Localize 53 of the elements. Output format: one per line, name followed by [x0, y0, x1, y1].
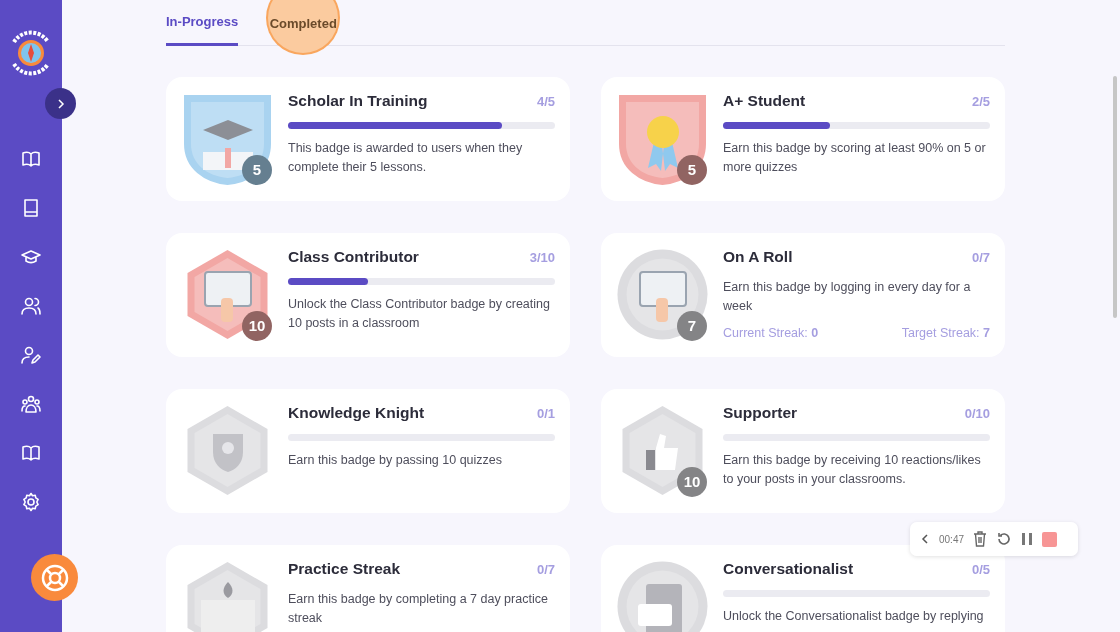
target-streak: Target Streak: 7 — [901, 324, 990, 342]
badge-number: 10 — [242, 311, 272, 341]
badge-description: Earn this badge by completing a 7 day practice streak — [288, 590, 549, 627]
badge-description: Earn this badge by logging in every day for a week — [723, 278, 972, 315]
badge-title: On A Roll — [723, 248, 793, 268]
badge-description: Earn this badge by receiving 10 reactions/likes to your posts in your classrooms. — [723, 451, 982, 488]
tab[interactable]: Completed — [268, 0, 339, 53]
badge-description: Earn this badge by passing 10 quizzes — [288, 451, 504, 469]
restart-button[interactable] — [996, 531, 1013, 547]
badge-title: A+ Student — [723, 92, 806, 112]
help-button[interactable] — [31, 554, 78, 601]
badge-description: Unlock the Class Contributor badge by creating 10 posts in a classroom — [288, 295, 551, 332]
progress-count: 0/7 — [971, 249, 990, 267]
tab[interactable]: In-Progress — [166, 0, 239, 46]
badge-title: Scholar In Training — [288, 92, 428, 112]
chevron-right-icon — [55, 98, 66, 109]
badge-title: Practice Streak — [288, 560, 401, 580]
progress-count: 0/7 — [536, 561, 555, 579]
badge-title: Knowledge Knight — [288, 404, 425, 424]
badge-description: This badge is awarded to users when they complete their 5 lessons. — [288, 139, 524, 176]
settings-icon — [21, 491, 41, 512]
group-icon — [21, 393, 41, 414]
badge-title: Class Contributor — [288, 248, 419, 268]
restart-icon — [996, 531, 1013, 547]
progress-count: 3/10 — [529, 249, 555, 267]
recording-time: 00:47 — [939, 532, 965, 547]
badge-number: 10 — [677, 467, 707, 497]
chevron-left-icon — [920, 533, 930, 545]
progress-count: 0/1 — [536, 405, 555, 423]
notebook-icon — [21, 197, 41, 218]
progress-count: 2/5 — [971, 93, 990, 111]
delete-button[interactable] — [973, 531, 988, 547]
progress-count: 0/10 — [964, 405, 990, 423]
pause-icon — [1021, 532, 1034, 546]
badge-title: Supporter — [723, 404, 798, 424]
user-edit-icon — [21, 344, 41, 365]
badge-number: 5 — [242, 155, 272, 185]
lifebuoy-icon — [39, 562, 70, 593]
badge-title: Conversationalist — [723, 560, 854, 580]
badge-description: Earn this badge by scoring at least 90% on 5 or more quizzes — [723, 139, 987, 176]
badge-description: Unlock the Conversationalist badge by replying — [723, 607, 985, 625]
progress-count: 4/5 — [536, 93, 555, 111]
badge-number: 5 — [677, 155, 707, 185]
users-icon — [21, 295, 41, 316]
stop-icon — [1042, 531, 1058, 547]
trash-icon — [973, 531, 988, 547]
badge-number: 7 — [677, 311, 707, 341]
progress-count: 0/5 — [971, 561, 990, 579]
current-streak: Current Streak: 0 — [723, 324, 819, 342]
back-button[interactable] — [920, 533, 930, 545]
expand-sidebar-button[interactable] — [45, 88, 76, 119]
pause-button[interactable] — [1021, 532, 1034, 546]
scrollbar[interactable] — [1113, 76, 1117, 318]
